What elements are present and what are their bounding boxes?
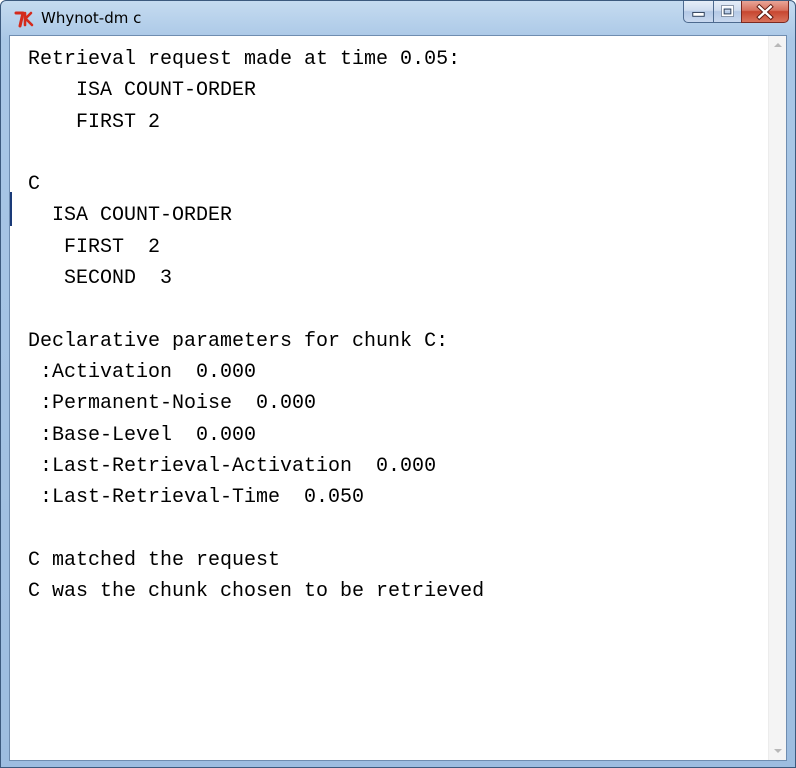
- minimize-button[interactable]: [683, 1, 713, 23]
- text-line: FIRST 2: [64, 235, 161, 259]
- text-line: C: [28, 173, 41, 197]
- close-icon: [756, 3, 774, 21]
- text-line: :Base-Level 0.000: [40, 423, 257, 447]
- minimize-icon: [692, 11, 705, 17]
- text-line: [28, 294, 768, 325]
- maximize-icon: [721, 5, 734, 17]
- text-line: Declarative parameters for chunk C:: [28, 329, 449, 353]
- vertical-scrollbar[interactable]: [768, 36, 786, 760]
- caption-buttons: [683, 1, 789, 23]
- maximize-button[interactable]: [713, 1, 741, 23]
- text-line: :Last-Retrieval-Time 0.050: [40, 486, 365, 510]
- text-line: ISA COUNT-ORDER: [52, 204, 233, 228]
- text-line: [28, 513, 768, 544]
- text-line: Retrieval request made at time 0.05:: [28, 48, 461, 71]
- close-button[interactable]: [741, 1, 789, 23]
- text-line: :Last-Retrieval-Activation 0.000: [40, 454, 437, 478]
- tk-feather-icon: [14, 11, 34, 28]
- window-title: Whynot-dm c: [41, 9, 142, 27]
- scroll-down-arrow-icon[interactable]: [769, 742, 787, 760]
- text-line: C was the chunk chosen to be retrieved: [28, 580, 485, 604]
- app-window: Whynot-dm c Retrieval request made at ti…: [0, 0, 796, 768]
- text-panel: Retrieval request made at time 0.05: ISA …: [9, 35, 787, 761]
- text-line: SECOND 3: [64, 267, 173, 291]
- text-line: C matched the request: [28, 548, 281, 572]
- text-cursor: [10, 192, 12, 226]
- output-text[interactable]: Retrieval request made at time 0.05: ISA …: [10, 36, 768, 760]
- scroll-up-arrow-icon[interactable]: [769, 36, 787, 54]
- text-line: [28, 138, 768, 169]
- text-line: FIRST 2: [76, 110, 161, 134]
- title-bar[interactable]: Whynot-dm c: [1, 1, 795, 35]
- text-line: :Permanent-Noise 0.000: [40, 392, 317, 416]
- text-line: :Activation 0.000: [40, 360, 257, 384]
- text-line: ISA COUNT-ORDER: [76, 79, 257, 103]
